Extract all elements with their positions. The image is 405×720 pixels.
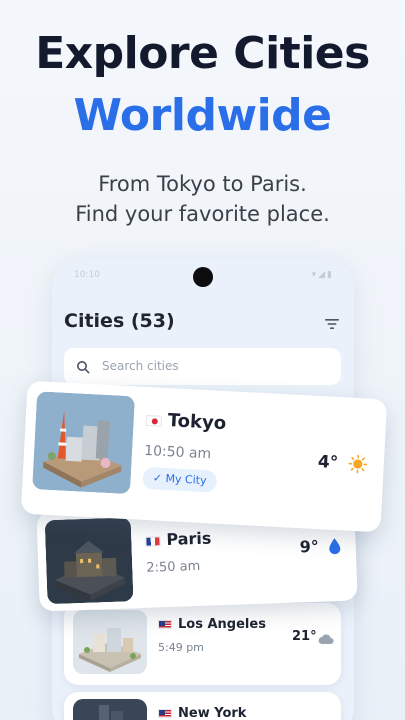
tokyo-thumbnail — [32, 391, 136, 495]
city-name-label: New York — [178, 706, 247, 720]
subtitle-line1: From Tokyo to Paris. — [98, 172, 307, 196]
city-temp-paris: 9° — [299, 536, 320, 557]
sun-icon — [347, 454, 368, 475]
city-card-tokyo[interactable]: Tokyo 10:50 am ✓ My City 4° — [20, 380, 388, 533]
raindrop-icon — [327, 537, 342, 555]
cloud-icon — [318, 630, 334, 645]
city-temp-tokyo: 4° — [317, 451, 339, 474]
headline-line2: Worldwide — [73, 90, 332, 141]
search-placeholder: Search cities — [102, 359, 179, 373]
paris-thumbnail — [44, 517, 134, 605]
city-name-label: Los Angeles — [178, 617, 266, 632]
page-title: Cities (53) — [64, 310, 175, 332]
city-name-tokyo: Tokyo — [145, 409, 227, 435]
badge-label: My City — [165, 472, 207, 488]
status-icons: ▾◢▮ — [311, 270, 334, 280]
filter-icon[interactable] — [324, 316, 340, 330]
city-name-new-york: New York — [158, 706, 246, 720]
search-input[interactable]: Search cities — [64, 348, 341, 385]
headline-line1: Explore Cities — [35, 28, 370, 79]
camera-cutout — [193, 267, 213, 287]
status-time: 10:10 — [74, 270, 100, 280]
subtitle-line2: Find your favorite place. — [75, 202, 330, 226]
city-time-paris: 2:50 am — [146, 558, 201, 576]
los-angeles-thumbnail — [73, 610, 147, 674]
usa-flag-icon — [158, 620, 172, 629]
city-card-los-angeles[interactable]: Los Angeles 5:49 pm 21° — [64, 603, 341, 685]
usa-flag-icon — [158, 709, 172, 718]
city-name-los-angeles: Los Angeles — [158, 617, 266, 632]
new-york-thumbnail — [73, 699, 147, 720]
japan-flag-icon — [145, 414, 163, 427]
city-name-label: Tokyo — [167, 410, 227, 435]
city-time-los-angeles: 5:49 pm — [158, 641, 204, 654]
city-temp-los-angeles: 21° — [292, 629, 317, 644]
city-time-tokyo: 10:50 am — [143, 442, 212, 463]
france-flag-icon — [145, 535, 161, 547]
my-city-badge: ✓ My City — [142, 466, 218, 493]
city-name-paris: Paris — [145, 528, 212, 549]
search-icon — [76, 359, 90, 374]
city-name-label: Paris — [166, 528, 212, 550]
city-card-new-york[interactable]: New York — [64, 692, 341, 720]
